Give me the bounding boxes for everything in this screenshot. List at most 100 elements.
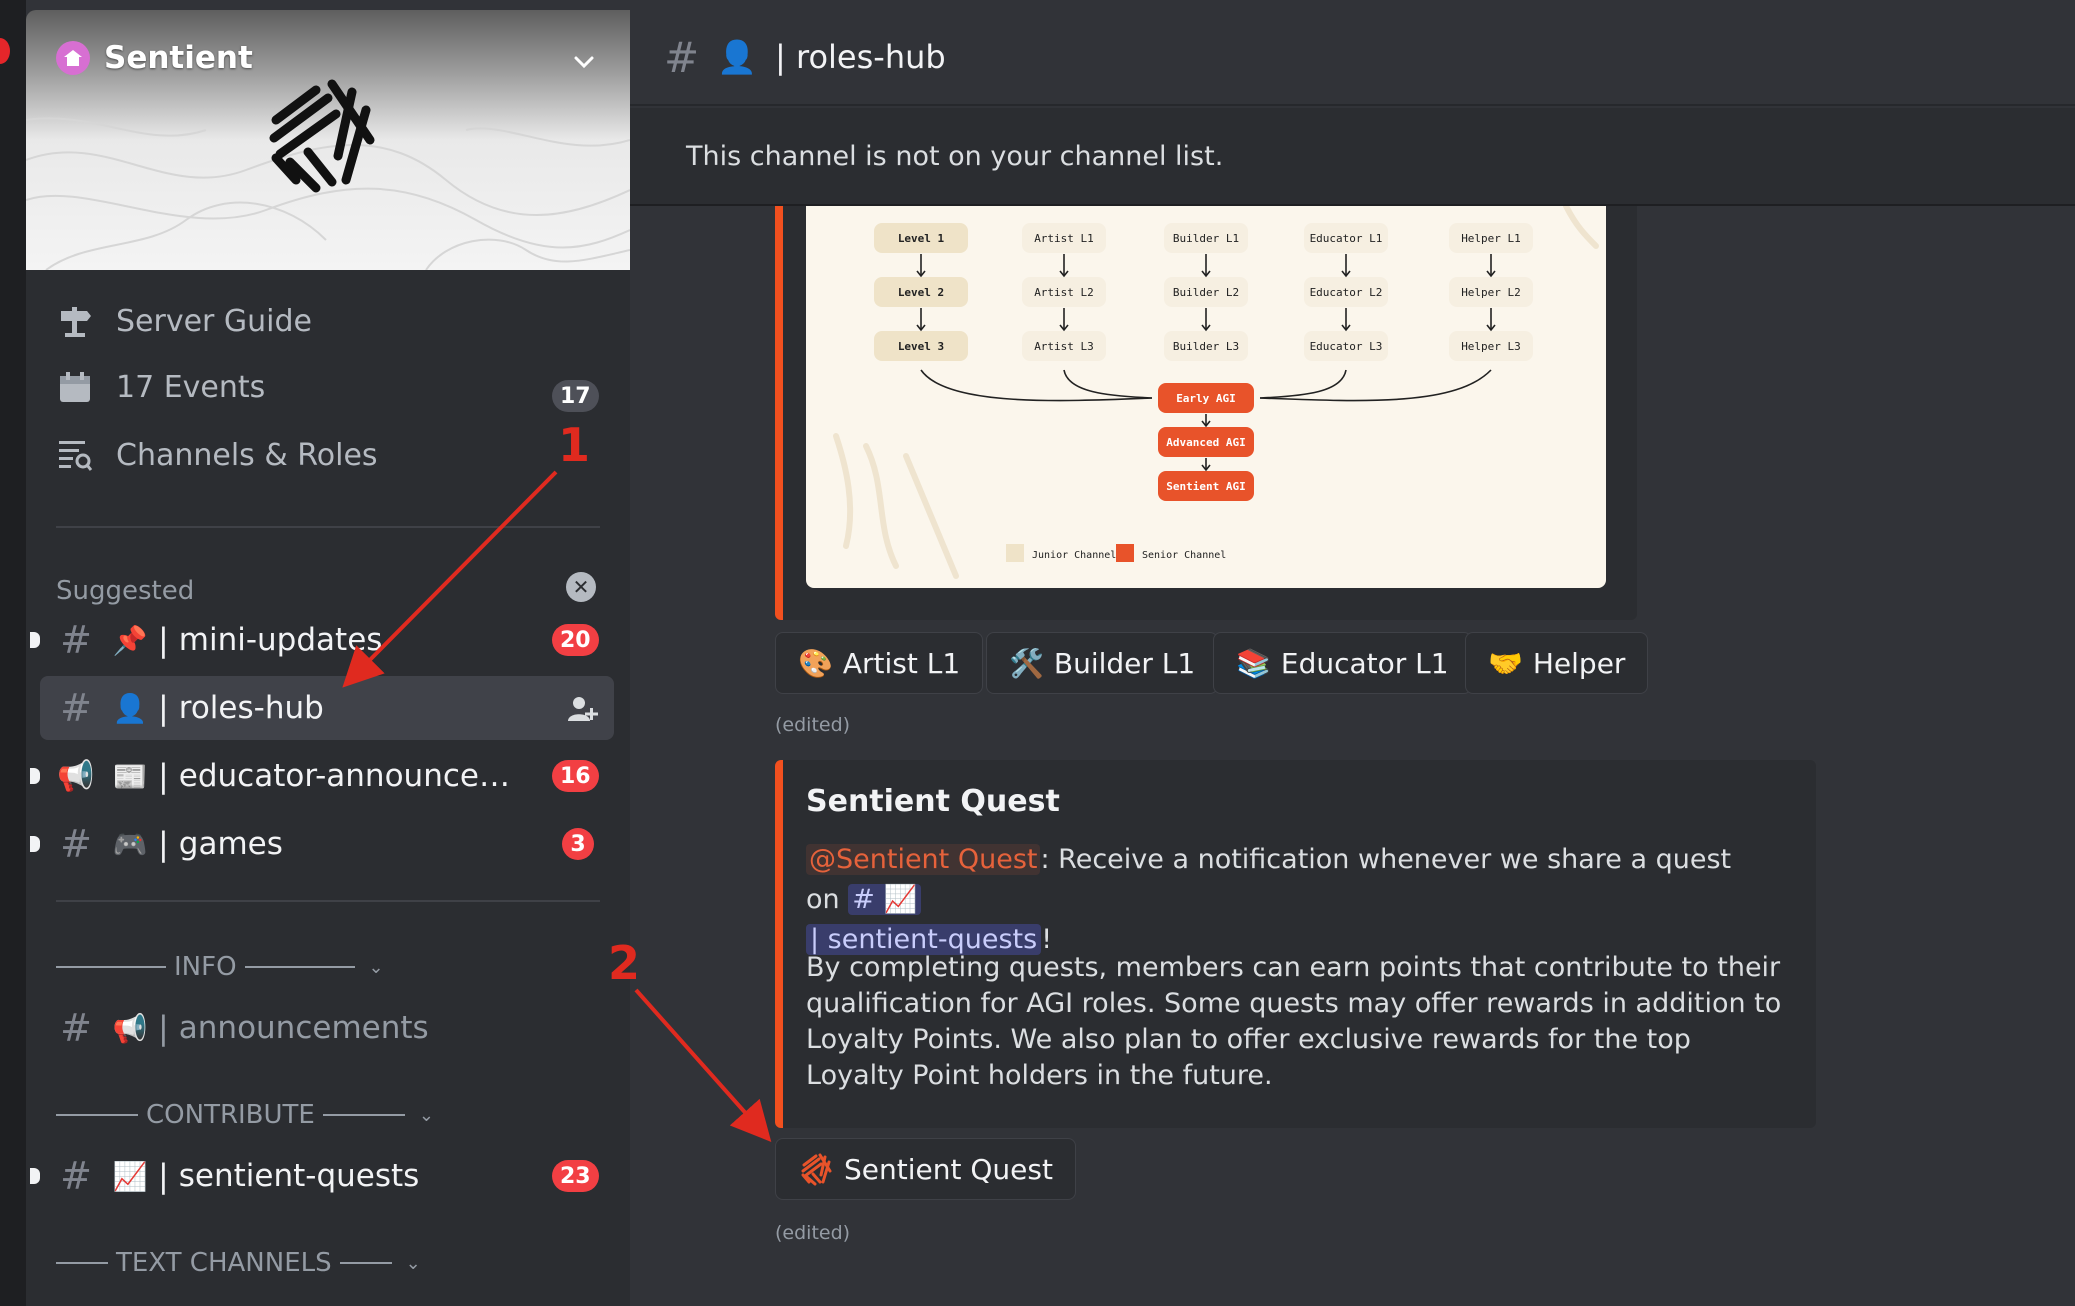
channel-sentient-quests[interactable]: # 📈 | sentient-quests bbox=[30, 1144, 614, 1208]
diagram-node-label: Helper L1 bbox=[1461, 232, 1521, 245]
events-item[interactable]: 17 Events bbox=[56, 368, 265, 406]
legend-junior-label: Junior Channel bbox=[1032, 550, 1116, 561]
channels-roles-item[interactable]: Channels & Roles bbox=[56, 436, 378, 474]
hash-icon: # bbox=[60, 1154, 92, 1198]
person-icon: 👤 bbox=[112, 691, 148, 725]
events-count-badge: 17 bbox=[552, 380, 599, 412]
button-label: Educator L1 bbox=[1280, 646, 1449, 680]
person-icon: 👤 bbox=[717, 38, 758, 76]
suggested-heading: Suggested bbox=[56, 576, 195, 606]
channels-roles-label: Channels & Roles bbox=[116, 437, 378, 473]
handshake-icon: 🤝 bbox=[1488, 646, 1523, 680]
category-contribute[interactable]: CONTRIBUTE ⌄ bbox=[56, 1100, 434, 1130]
channel-mini-updates[interactable]: # 📌 | mini-updates bbox=[30, 608, 614, 672]
category-info[interactable]: INFO ⌄ bbox=[56, 952, 384, 982]
add-member-icon[interactable] bbox=[568, 694, 598, 724]
channel-name: sentient-quests bbox=[178, 1158, 420, 1194]
chevron-down-icon[interactable] bbox=[572, 50, 596, 74]
category-text-channels[interactable]: TEXT CHANNELS ⌄ bbox=[56, 1248, 421, 1278]
category-rule bbox=[56, 1114, 138, 1116]
converge-arrow bbox=[1063, 369, 1153, 399]
channel-header: # 👤 | roles-hub bbox=[630, 10, 2075, 106]
channel-name: announcements bbox=[178, 1010, 429, 1046]
channel-educator-announcements[interactable]: 📢 📰 | educator-announcem... bbox=[30, 744, 614, 808]
category-rule bbox=[56, 1262, 108, 1264]
guild-strip bbox=[0, 0, 26, 1306]
senior-node-label: Early AGI bbox=[1176, 392, 1236, 405]
mention-badge: 3 bbox=[562, 828, 594, 860]
server-title: Sentient bbox=[104, 40, 253, 76]
diagram-node-label: Level 2 bbox=[898, 286, 944, 299]
category-rule bbox=[322, 1114, 405, 1116]
notification-dot bbox=[0, 38, 10, 64]
diagram-node-label: Level 3 bbox=[898, 340, 944, 353]
events-label: 17 Events bbox=[116, 369, 266, 405]
category-rule bbox=[339, 1262, 392, 1264]
role-mention[interactable]: @Sentient Quest bbox=[806, 844, 1041, 875]
senior-node-label: Sentient AGI bbox=[1166, 480, 1245, 493]
channel-announcements[interactable]: # 📢 | announcements bbox=[40, 996, 614, 1060]
chart-increasing-icon: 📈 bbox=[112, 1159, 148, 1193]
sentient-logo bbox=[269, 79, 375, 193]
channel-name: educator-announcem... bbox=[178, 758, 519, 794]
megaphone-icon: 📢 bbox=[57, 758, 95, 794]
builder-role-button[interactable]: 🛠️ Builder L1 bbox=[986, 632, 1219, 694]
quest-title: Sentient Quest bbox=[806, 784, 1060, 819]
diagram-node-label: Builder L2 bbox=[1173, 286, 1239, 299]
palette-icon: 🎨 bbox=[798, 646, 833, 680]
button-label: Artist L1 bbox=[842, 646, 961, 680]
hash-icon: # bbox=[60, 1006, 92, 1050]
diagram-node-label: Helper L3 bbox=[1461, 340, 1521, 353]
annotation-number-2: 2 bbox=[608, 936, 641, 990]
channel-mention-hash[interactable]: # 📈 bbox=[848, 884, 922, 915]
sidebar-divider bbox=[56, 900, 600, 902]
helper-role-button[interactable]: 🤝 Helper bbox=[1465, 632, 1649, 694]
educator-role-button[interactable]: 📚 Educator L1 bbox=[1213, 632, 1472, 694]
channel-sidebar: Sentient Server Guide 17 Events 17 Chann… bbox=[26, 10, 630, 1306]
megaphone-icon: 📢 bbox=[112, 1011, 148, 1045]
roles-diagram: Level 1 Level 2 Level 3 Artist L1 Artist L2 A… bbox=[833, 206, 1599, 579]
server-name-button[interactable]: Sentient bbox=[56, 40, 253, 76]
diagram-node-label: Educator L3 bbox=[1310, 340, 1383, 353]
channel-notice: This channel is not on your channel list… bbox=[630, 108, 2075, 206]
mention-badge: 20 bbox=[552, 624, 599, 656]
hash-icon: # bbox=[60, 686, 92, 730]
mention-badge: 16 bbox=[552, 760, 599, 792]
channel-browse-icon bbox=[56, 436, 94, 474]
channel-games[interactable]: # 🎮 | games bbox=[30, 812, 614, 876]
separator: | bbox=[158, 825, 169, 863]
legend-senior-label: Senior Channel bbox=[1142, 550, 1226, 561]
unread-indicator bbox=[30, 632, 40, 648]
server-guide-item[interactable]: Server Guide bbox=[56, 302, 312, 340]
diagram-node-label: Helper L2 bbox=[1461, 286, 1521, 299]
chevron-down-icon: ⌄ bbox=[418, 1104, 434, 1126]
pushpin-icon: 📌 bbox=[112, 623, 148, 657]
category-label: INFO bbox=[174, 952, 237, 982]
edited-tag: (edited) bbox=[775, 1222, 851, 1244]
quest-body: By completing quests, members can earn p… bbox=[806, 952, 1782, 1091]
channel-name: mini-updates bbox=[178, 622, 383, 658]
diagram-node-label: Builder L1 bbox=[1173, 232, 1239, 245]
hash-icon: # bbox=[664, 32, 700, 82]
channel-name: roles-hub bbox=[178, 690, 324, 726]
roles-diagram-image[interactable]: Level 1 Level 2 Level 3 Artist L1 Artist L2 A… bbox=[806, 206, 1606, 588]
separator: | bbox=[158, 1157, 169, 1195]
category-label: TEXT CHANNELS bbox=[116, 1248, 332, 1278]
diagram-node-label: Builder L3 bbox=[1173, 340, 1239, 353]
legend-senior-swatch bbox=[1116, 544, 1134, 562]
edited-tag: (edited) bbox=[775, 714, 851, 736]
sentient-logo-icon bbox=[801, 1153, 832, 1186]
game-controller-icon: 🎮 bbox=[112, 827, 148, 861]
chevron-down-icon: ⌄ bbox=[405, 1252, 421, 1274]
server-banner: Sentient bbox=[26, 10, 630, 270]
calendar-icon bbox=[56, 368, 94, 406]
artist-role-button[interactable]: 🎨 Artist L1 bbox=[775, 632, 984, 694]
sentient-quest-role-button[interactable]: Sentient Quest bbox=[775, 1138, 1076, 1200]
channel-roles-hub[interactable]: # 👤 | roles-hub bbox=[40, 676, 614, 740]
separator: | bbox=[158, 621, 169, 659]
diagram-node-label: Level 1 bbox=[898, 232, 945, 245]
newspaper-icon: 📰 bbox=[112, 759, 148, 793]
dismiss-suggested-icon[interactable]: ✕ bbox=[566, 572, 596, 602]
button-label: Helper bbox=[1532, 646, 1626, 680]
unread-indicator bbox=[30, 768, 40, 784]
